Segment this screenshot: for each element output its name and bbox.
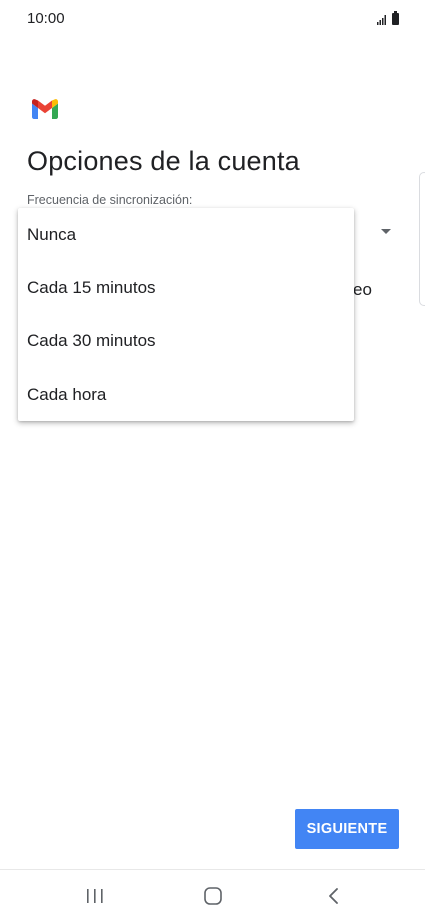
gmail-logo-icon (32, 99, 58, 119)
next-button[interactable]: SIGUIENTE (295, 809, 399, 849)
recent-apps-icon (87, 889, 103, 903)
signal-icon (377, 15, 386, 25)
scroll-indicator (419, 172, 425, 306)
option-nunca[interactable]: Nunca (18, 208, 354, 261)
home-button[interactable] (183, 870, 243, 922)
status-icons (377, 11, 399, 25)
back-icon (329, 888, 338, 904)
partially-hidden-text: eo (353, 280, 372, 299)
page-title: Opciones de la cuenta (27, 146, 300, 176)
dropdown-arrow-icon (381, 229, 391, 234)
home-icon (204, 887, 222, 905)
status-bar: 10:00 (0, 0, 425, 38)
option-cada-30-minutos[interactable]: Cada 30 minutos (18, 314, 354, 367)
battery-icon (392, 11, 399, 25)
navigation-bar (0, 869, 425, 922)
option-cada-15-minutos[interactable]: Cada 15 minutos (18, 261, 354, 314)
option-cada-hora[interactable]: Cada hora (18, 368, 354, 421)
back-button[interactable] (303, 870, 363, 922)
sync-frequency-label: Frecuencia de sincronización: (27, 193, 193, 207)
screen: 10:00 Opciones de la cuenta Frecuencia d… (0, 0, 425, 922)
recent-apps-button[interactable] (65, 870, 125, 922)
status-time: 10:00 (27, 10, 65, 27)
sync-frequency-dropdown-menu: Nunca Cada 15 minutos Cada 30 minutos Ca… (18, 208, 354, 421)
